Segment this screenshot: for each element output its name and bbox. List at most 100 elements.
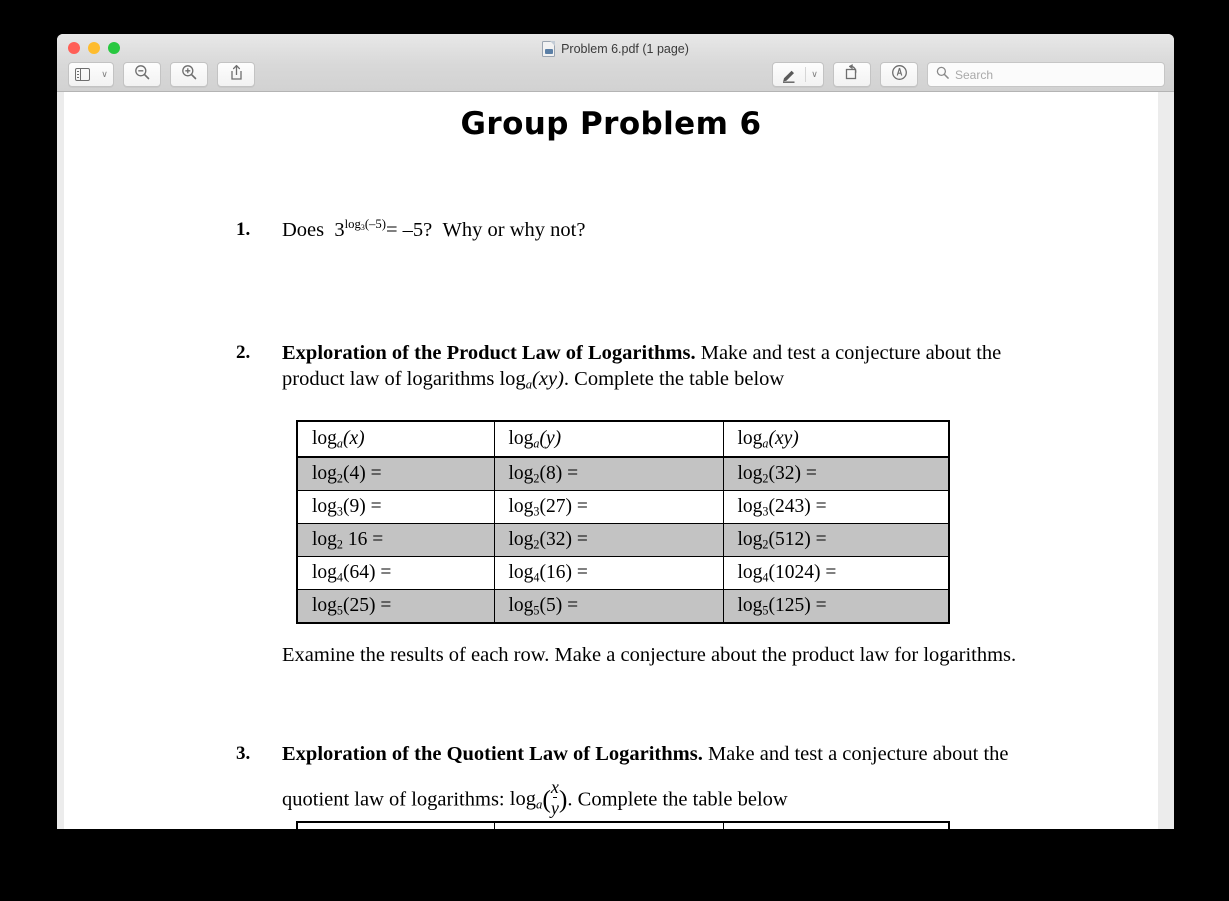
search-input[interactable] xyxy=(955,67,1156,82)
left-paren: ( xyxy=(542,784,551,814)
search-field[interactable] xyxy=(927,62,1165,87)
page-gutter-right xyxy=(1158,92,1174,829)
rotate-left-button[interactable] xyxy=(833,62,871,87)
share-button[interactable] xyxy=(217,62,255,87)
table-row: log4(64) = log4(16) = log4(1024) = xyxy=(296,556,950,590)
table-cell: log2(32) = xyxy=(493,523,724,557)
window-title: Problem 6.pdf (1 page) xyxy=(57,41,1174,57)
window-title-text: Problem 6.pdf (1 page) xyxy=(561,42,689,56)
preview-window: Problem 6.pdf (1 page) ∨ ∨ Search Group … xyxy=(57,34,1174,829)
log-argument: (8) = xyxy=(539,463,579,484)
table-cell: log5(5) = xyxy=(493,589,724,624)
table-row: log5(25) = log5(5) = log5(125) = xyxy=(296,589,950,624)
problem-3-line1: Make and test a conjecture about the xyxy=(707,743,1009,765)
sidebar-toggle-button[interactable]: ∨ xyxy=(68,62,114,87)
log-argument: (125) = xyxy=(768,595,827,616)
log-word: log xyxy=(737,529,763,550)
page-title: Group Problem 6 xyxy=(460,106,762,142)
log-argument: (16) = xyxy=(539,562,588,583)
table-cell: log2(8) = xyxy=(493,456,724,491)
log-word: log xyxy=(737,463,763,484)
document-viewport[interactable]: Group Problem 6 1. Does 3log3(–5)= –5? W… xyxy=(57,92,1174,829)
fraction-numerator: x xyxy=(550,776,559,797)
quotient-law-table: loga(x) loga(y) loga(xy) xyxy=(296,821,950,829)
log-argument: (9) = xyxy=(342,496,382,517)
log-argument: 16 = xyxy=(342,529,384,550)
problem-1-body: Does 3log3(–5)= –5? Why or why not? xyxy=(236,218,1056,244)
zoom-in-icon xyxy=(181,64,197,85)
log-word: log xyxy=(312,562,337,583)
header-cell-log-a-x-over-y: loga(xy) xyxy=(722,821,950,829)
header-cell-log-a-y: loga(y) xyxy=(493,420,724,458)
log-word: log xyxy=(508,595,534,616)
zoom-in-button[interactable] xyxy=(170,62,208,87)
problem-2-expression: loga(xy) xyxy=(499,367,564,391)
log-word: log xyxy=(312,595,337,616)
log-word: log xyxy=(312,529,337,550)
problem-3-line2-tail: . Complete the table below xyxy=(567,788,788,811)
expr-equals: = –5 xyxy=(385,219,424,241)
table-cell: log4(16) = xyxy=(493,556,724,590)
annotate-button[interactable] xyxy=(880,62,918,87)
rotate-left-icon xyxy=(844,64,860,85)
problem-3-number: 3. xyxy=(236,743,251,764)
markup-button[interactable]: ∨ xyxy=(772,62,824,87)
problem-3-heading: Exploration of the Quotient Law of Logar… xyxy=(282,743,703,765)
problem-3-expression: loga(x y) xyxy=(510,778,568,817)
log-word: log xyxy=(312,428,337,449)
problem-3-body: Exploration of the Quotient Law of Logar… xyxy=(236,742,1056,817)
table-cell: log2(512) = xyxy=(722,523,950,557)
table-cell: log5(25) = xyxy=(296,589,495,624)
log-word: log xyxy=(499,367,526,390)
sidebar-view-icon xyxy=(69,63,96,86)
pen-icon xyxy=(773,63,805,86)
log-word: log xyxy=(737,428,763,449)
log-argument: (xy) xyxy=(532,367,564,390)
problem-3-line2-lead: quotient law of logarithms: xyxy=(282,788,505,811)
problem-2-line2-lead: product law of logarithms xyxy=(282,367,495,390)
problem-2-line2-tail: . Complete the table below xyxy=(563,367,785,390)
window-titlebar: Problem 6.pdf (1 page) ∨ ∨ Search xyxy=(57,34,1174,92)
problem-1: 1. Does 3log3(–5)= –5? Why or why not? xyxy=(236,218,1056,244)
annotate-icon xyxy=(891,64,908,86)
log-argument: (y) xyxy=(539,428,562,449)
table-row: log2(4) = log2(8) = log2(32) = xyxy=(296,456,950,491)
header-cell-log-a-x: loga(x) xyxy=(296,821,495,829)
table-cell: log5(125) = xyxy=(722,589,950,624)
log-word: log xyxy=(508,496,534,517)
problem-2-line1: Make and test a conjecture about the xyxy=(700,342,1002,364)
log-word: log xyxy=(508,463,534,484)
log-argument: (xy) xyxy=(768,428,799,449)
header-cell-log-a-y: loga(y) xyxy=(493,821,724,829)
expr-question: ? xyxy=(423,219,433,241)
product-law-table: loga(x) loga(y) loga(xy) log2(4) = log2(… xyxy=(296,420,950,624)
problem-2-number: 2. xyxy=(236,342,251,363)
examine-instruction: Examine the results of each row. Make a … xyxy=(282,644,1017,666)
zoom-out-icon xyxy=(134,64,150,85)
log-word: log xyxy=(508,529,534,550)
log-argument: (512) = xyxy=(768,529,827,550)
table-cell: log2 16 = xyxy=(296,523,495,557)
table-row: log3(9) = log3(27) = log3(243) = xyxy=(296,490,950,524)
search-icon xyxy=(936,66,949,84)
problem-2-heading: Exploration of the Product Law of Logari… xyxy=(282,342,696,364)
table-cell: log4(64) = xyxy=(296,556,495,590)
fraction-x-over-y: xy xyxy=(551,778,559,817)
problem-3: 3. Exploration of the Quotient Law of Lo… xyxy=(236,742,1056,817)
log-argument: (25) = xyxy=(342,595,392,616)
toolbar-right-group: ∨ xyxy=(772,62,1165,87)
table-cell: log2(32) = xyxy=(722,456,950,491)
problem-2-body: Exploration of the Product Law of Logari… xyxy=(236,341,1056,392)
log-word: log xyxy=(737,595,763,616)
log-argument: (x) xyxy=(342,428,365,449)
header-cell-log-a-xy: loga(xy) xyxy=(722,420,950,458)
chevron-down-icon[interactable]: ∨ xyxy=(806,63,823,86)
log-argument: (32) = xyxy=(539,529,588,550)
table-cell: log3(27) = xyxy=(493,490,724,524)
problem-1-number: 1. xyxy=(236,219,251,240)
zoom-out-button[interactable] xyxy=(123,62,161,87)
chevron-down-icon[interactable]: ∨ xyxy=(96,63,113,86)
log-argument: (32) = xyxy=(768,463,817,484)
log-word: log xyxy=(312,496,337,517)
log-word: log xyxy=(508,428,534,449)
